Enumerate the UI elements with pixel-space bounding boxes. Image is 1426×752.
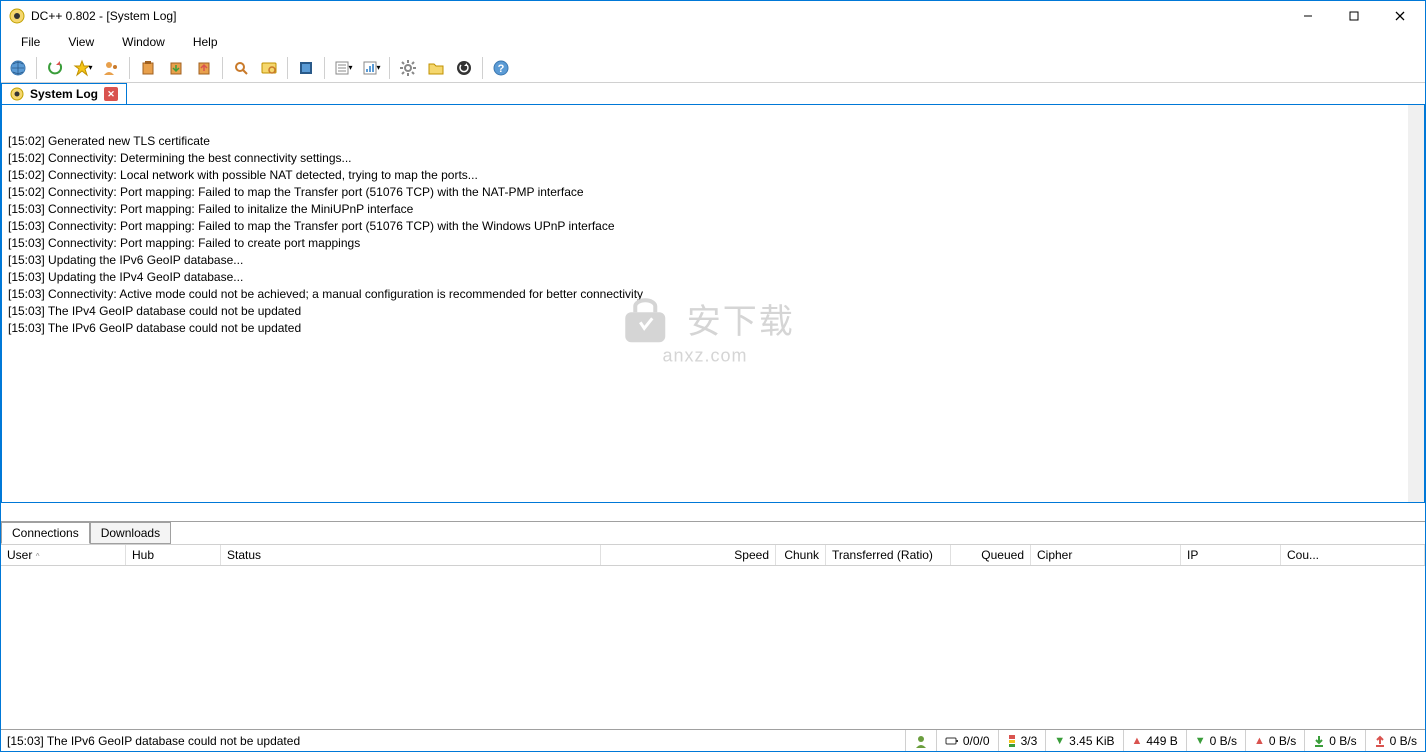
transfers-pane: Connections Downloads User ^ Hub Status … [1, 521, 1425, 729]
maximize-button[interactable] [1331, 1, 1377, 31]
finished-uploads-icon[interactable] [191, 55, 217, 81]
grid-body[interactable] [1, 566, 1425, 729]
status-download-total: ▼3.45 KiB [1045, 730, 1122, 751]
log-tab-icon [10, 87, 24, 101]
notepad-icon[interactable] [293, 55, 319, 81]
app-icon [9, 8, 25, 24]
log-line: [15:03] Connectivity: Active mode could … [8, 286, 1402, 303]
col-user[interactable]: User ^ [1, 545, 126, 565]
status-download-rate1: ▼0 B/s [1186, 730, 1245, 751]
col-cipher[interactable]: Cipher [1031, 545, 1181, 565]
tab-system-log[interactable]: System Log ✕ [1, 83, 127, 104]
grid-header: User ^ Hub Status Speed Chunk Transferre… [1, 544, 1425, 566]
window-title: DC++ 0.802 - [System Log] [31, 9, 1285, 23]
refresh-list-icon[interactable] [451, 55, 477, 81]
system-log-icon[interactable]: ▾ [330, 55, 356, 81]
col-country[interactable]: Cou... [1281, 545, 1425, 565]
toolbar: ▾ ▾ ▾ ? [1, 53, 1425, 83]
scrollbar[interactable] [1408, 105, 1424, 502]
col-queued[interactable]: Queued [951, 545, 1031, 565]
search-icon[interactable] [228, 55, 254, 81]
menu-view[interactable]: View [54, 33, 108, 51]
log-line: [15:02] Connectivity: Port mapping: Fail… [8, 184, 1402, 201]
log-content[interactable]: [15:02] Generated new TLS certificate [1… [2, 105, 1408, 502]
settings-icon[interactable] [395, 55, 421, 81]
refresh-icon[interactable] [42, 55, 68, 81]
favorites-icon[interactable]: ▾ [70, 55, 96, 81]
close-button[interactable] [1377, 1, 1423, 31]
col-chunk[interactable]: Chunk [776, 545, 826, 565]
status-text: [15:03] The IPv6 GeoIP database could no… [1, 734, 905, 748]
statusbar: [15:03] The IPv6 GeoIP database could no… [1, 729, 1425, 751]
log-line: [15:03] Connectivity: Port mapping: Fail… [8, 235, 1402, 252]
adl-search-icon[interactable] [256, 55, 282, 81]
minimize-button[interactable] [1285, 1, 1331, 31]
status-upload-total: ▲449 B [1123, 730, 1186, 751]
tab-label: System Log [30, 87, 98, 101]
log-line: [15:03] Connectivity: Port mapping: Fail… [8, 201, 1402, 218]
menu-window[interactable]: Window [108, 33, 179, 51]
col-status[interactable]: Status [221, 545, 601, 565]
col-hub[interactable]: Hub [126, 545, 221, 565]
log-area: [15:02] Generated new TLS certificate [1… [1, 105, 1425, 503]
status-hubs: 3/3 [998, 730, 1046, 751]
tab-connections[interactable]: Connections [1, 522, 90, 544]
status-upload-rate1: ▲0 B/s [1245, 730, 1304, 751]
status-slots: 0/0/0 [936, 730, 998, 751]
tab-downloads[interactable]: Downloads [90, 522, 171, 544]
log-line: [15:02] Connectivity: Local network with… [8, 167, 1402, 184]
col-speed[interactable]: Speed [601, 545, 776, 565]
log-line: [15:02] Connectivity: Determining the be… [8, 150, 1402, 167]
col-transferred[interactable]: Transferred (Ratio) [826, 545, 951, 565]
status-download-rate2: 0 B/s [1304, 730, 1364, 751]
tab-close-icon[interactable]: ✕ [104, 87, 118, 101]
queue-icon[interactable] [135, 55, 161, 81]
menu-file[interactable]: File [7, 33, 54, 51]
document-tabs: System Log ✕ [1, 83, 1425, 105]
watermark-sub: anxz.com [615, 347, 794, 364]
help-icon[interactable]: ? [488, 55, 514, 81]
stats-icon[interactable]: ▾ [358, 55, 384, 81]
users-icon[interactable] [98, 55, 124, 81]
titlebar: DC++ 0.802 - [System Log] [1, 1, 1425, 31]
log-line: [15:03] Updating the IPv6 GeoIP database… [8, 252, 1402, 269]
log-line: [15:03] Updating the IPv4 GeoIP database… [8, 269, 1402, 286]
log-line: [15:02] Generated new TLS certificate [8, 133, 1402, 150]
log-line: [15:03] The IPv6 GeoIP database could no… [8, 320, 1402, 337]
open-file-list-icon[interactable] [423, 55, 449, 81]
svg-text:?: ? [498, 63, 505, 75]
log-line: [15:03] The IPv4 GeoIP database could no… [8, 303, 1402, 320]
menu-help[interactable]: Help [179, 33, 232, 51]
status-upload-rate2: 0 B/s [1365, 730, 1425, 751]
status-away-icon[interactable] [905, 730, 936, 751]
menubar: File View Window Help [1, 31, 1425, 53]
col-ip[interactable]: IP [1181, 545, 1281, 565]
bottom-tabs: Connections Downloads [1, 522, 1425, 544]
log-line: [15:03] Connectivity: Port mapping: Fail… [8, 218, 1402, 235]
finished-downloads-icon[interactable] [163, 55, 189, 81]
globe-icon[interactable] [5, 55, 31, 81]
